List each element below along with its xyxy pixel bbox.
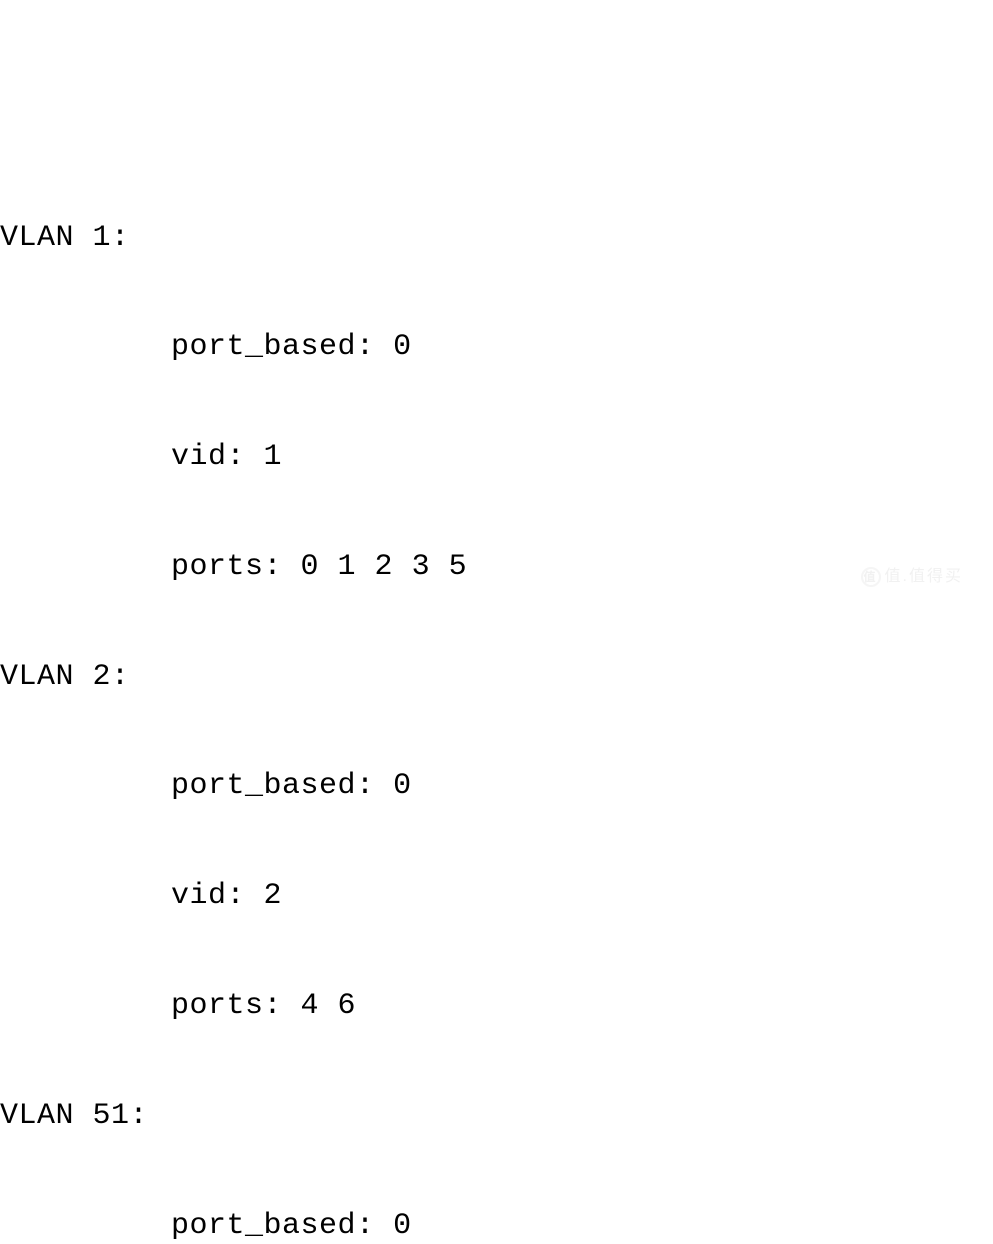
port-based-value: 0 [393, 769, 412, 803]
vid-label: vid: [171, 879, 264, 913]
terminal-output[interactable]: VLAN 1: port_based: 0 vid: 1 ports: 0 1 … [0, 146, 993, 1244]
vlan-header: VLAN 1: [0, 220, 993, 257]
vlan-vid-line: vid: 2 [0, 878, 993, 915]
vlan-header: VLAN 51: [0, 1098, 993, 1135]
vlan-port-based-line: port_based: 0 [0, 1208, 993, 1244]
ports-value: 4 6 [301, 989, 357, 1023]
watermark: 值 值.值得买 [861, 567, 963, 587]
ports-label: ports: [171, 989, 301, 1023]
vid-value: 1 [264, 440, 283, 474]
watermark-icon: 值 [861, 567, 881, 587]
ports-label: ports: [171, 550, 301, 584]
ports-value: 0 1 2 3 5 [301, 550, 468, 584]
vlan-port-based-line: port_based: 0 [0, 329, 993, 366]
port-based-label: port_based: [171, 769, 393, 803]
vlan-ports-line: ports: 0 1 2 3 5 [0, 549, 993, 586]
port-based-label: port_based: [171, 330, 393, 364]
port-based-value: 0 [393, 330, 412, 364]
watermark-text: 值.值得买 [885, 567, 963, 587]
vid-label: vid: [171, 440, 264, 474]
vlan-header: VLAN 2: [0, 659, 993, 696]
port-based-value: 0 [393, 1209, 412, 1243]
vid-value: 2 [264, 879, 283, 913]
vlan-ports-line: ports: 4 6 [0, 988, 993, 1025]
vlan-port-based-line: port_based: 0 [0, 768, 993, 805]
port-based-label: port_based: [171, 1209, 393, 1243]
vlan-vid-line: vid: 1 [0, 439, 993, 476]
